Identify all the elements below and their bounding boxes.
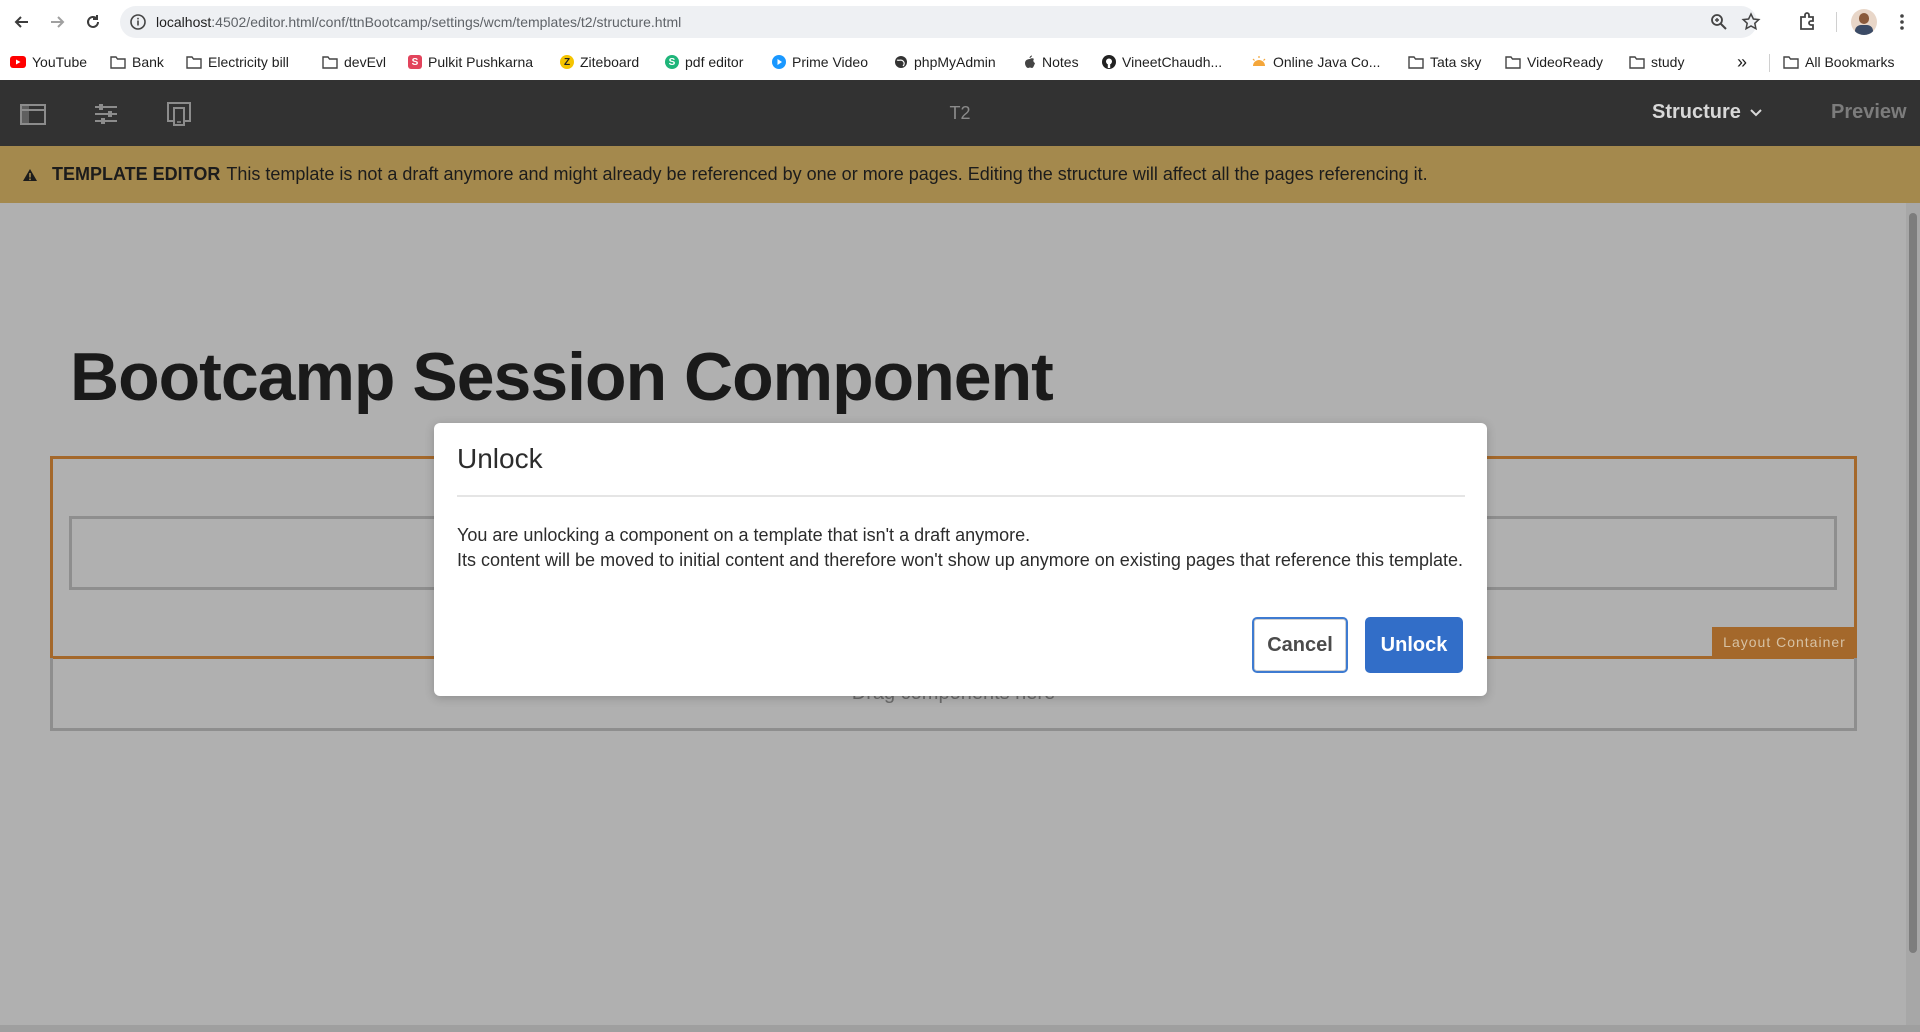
globe-icon: [895, 56, 907, 68]
bookmark-bank[interactable]: Bank: [110, 50, 164, 74]
scrollbar-thumb[interactable]: [1909, 213, 1917, 953]
bookmark-label: Prime Video: [792, 54, 869, 70]
bookmark-label: Notes: [1042, 54, 1079, 70]
site-info-icon[interactable]: [128, 12, 148, 32]
bookmark-label: Tata sky: [1430, 54, 1482, 70]
folder-icon: [1505, 56, 1521, 69]
bookmark-label: Bank: [132, 54, 164, 70]
dialog-message-line-1: You are unlocking a component on a templ…: [457, 525, 1031, 545]
profile-avatar[interactable]: [1851, 9, 1877, 35]
bookmark-electricity-bill[interactable]: Electricity bill: [186, 50, 289, 74]
unlock-dialog: Unlock You are unlocking a component on …: [434, 423, 1487, 696]
vertical-scrollbar[interactable]: [1906, 203, 1920, 1025]
bookmark-label: All Bookmarks: [1805, 54, 1895, 70]
preview-button[interactable]: Preview: [1831, 101, 1907, 124]
chevron-double-right-icon: »: [1737, 51, 1748, 72]
url-host: localhost: [156, 14, 212, 30]
url-text[interactable]: localhost:4502/editor.html/conf/ttnBootc…: [156, 14, 681, 30]
bookmark-notes[interactable]: Notes: [1024, 50, 1079, 74]
all-bookmarks-button[interactable]: All Bookmarks: [1783, 50, 1894, 74]
folder-icon: [110, 56, 126, 69]
back-button[interactable]: [8, 8, 36, 36]
zoom-icon[interactable]: [1709, 12, 1729, 32]
page-title: Bootcamp Session Component: [70, 339, 1054, 415]
dialog-message-line-2: Its content will be moved to initial con…: [457, 550, 1464, 570]
editor-header: T2 Structure Preview: [0, 80, 1920, 146]
github-icon: [1102, 55, 1116, 69]
mode-selector[interactable]: Structure: [1652, 101, 1763, 124]
bookmark-vineetchaudh[interactable]: VineetChaudh...: [1102, 50, 1222, 74]
arrow-right-icon: [51, 16, 65, 28]
bookmark-youtube[interactable]: YouTube: [10, 50, 87, 74]
extensions-icon[interactable]: [1796, 10, 1820, 34]
bookmark-label: Ziteboard: [580, 54, 640, 70]
sun-icon: [1252, 56, 1266, 66]
folder-icon: [1783, 56, 1799, 69]
template-name: T2: [949, 103, 971, 123]
prime-video-icon: [772, 55, 786, 69]
forward-button[interactable]: [43, 8, 71, 36]
bookmark-label: VideoReady: [1527, 54, 1604, 70]
bookmark-label: phpMyAdmin: [914, 54, 996, 70]
chevron-down-icon: [1750, 108, 1762, 116]
bookmark-study[interactable]: study: [1629, 50, 1684, 74]
address-bar[interactable]: localhost:4502/editor.html/conf/ttnBootc…: [120, 6, 1761, 38]
bookmark-tata-sky[interactable]: Tata sky: [1408, 50, 1481, 74]
bookmark-label: Electricity bill: [208, 54, 289, 70]
bookmark-pulkit-pushkarna[interactable]: S Pulkit Pushkarna: [408, 50, 533, 74]
bookmark-label: Pulkit Pushkarna: [428, 54, 534, 70]
ziteboard-icon: Z: [560, 55, 574, 69]
url-path: :4502/editor.html/conf/ttnBootcamp/setti…: [211, 14, 682, 30]
bookmark-label: pdf editor: [685, 54, 744, 70]
folder-icon: [1629, 56, 1645, 69]
unlock-button[interactable]: Unlock: [1365, 617, 1463, 673]
bookmark-ziteboard[interactable]: Z Ziteboard: [560, 50, 639, 74]
bookmark-online-java[interactable]: Online Java Co...: [1251, 50, 1380, 74]
dialog-divider: [457, 495, 1465, 497]
warning-text: This template is not a draft anymore and…: [226, 164, 1428, 184]
browser-toolbar: localhost:4502/editor.html/conf/ttnBootc…: [0, 0, 1920, 44]
dialog-title: Unlock: [457, 443, 543, 474]
bookmark-label: YouTube: [32, 54, 88, 70]
pdf-editor-icon: S: [665, 55, 679, 69]
reload-button[interactable]: [79, 8, 107, 36]
bookmarks-bar: YouTube Bank Electricity bill devEvl S P…: [0, 44, 1920, 80]
bookmarks-divider: [1769, 54, 1770, 72]
bookmark-label: Online Java Co...: [1273, 54, 1381, 70]
warning-title: TEMPLATE EDITOR: [52, 164, 221, 184]
folder-icon: [1408, 56, 1424, 69]
apple-icon: [1025, 55, 1035, 68]
bookmark-label: devEvl: [344, 54, 387, 70]
cancel-button[interactable]: Cancel: [1252, 617, 1348, 673]
bookmarks-overflow-button[interactable]: »: [1737, 50, 1747, 74]
dialog-message: You are unlocking a component on a templ…: [457, 523, 1463, 573]
horizontal-scrollbar[interactable]: [0, 1025, 1920, 1032]
bookmark-devevl[interactable]: devEvl: [322, 50, 386, 74]
folder-icon: [322, 56, 338, 69]
emulator-icon[interactable]: [165, 100, 193, 128]
arrow-left-icon: [14, 16, 28, 28]
bookmark-prime-video[interactable]: Prime Video: [772, 50, 868, 74]
mode-label: Structure: [1652, 101, 1741, 123]
toolbar-divider: [1836, 12, 1837, 32]
bookmark-label: study: [1651, 54, 1685, 70]
side-panel-toggle-icon[interactable]: [19, 100, 47, 128]
bookmark-phpmyadmin[interactable]: phpMyAdmin: [894, 50, 996, 74]
layout-container-label: Layout Container: [1712, 627, 1857, 656]
reload-icon: [87, 15, 99, 28]
page-policy-icon[interactable]: [92, 100, 120, 128]
bookmark-star-icon[interactable]: [1741, 12, 1761, 32]
more-menu-icon[interactable]: [1890, 10, 1914, 34]
site-s-icon: S: [408, 55, 422, 69]
template-editor-warning: TEMPLATE EDITOR This template is not a d…: [0, 146, 1920, 203]
alert-icon: [23, 168, 37, 181]
bookmark-videoready[interactable]: VideoReady: [1505, 50, 1603, 74]
bookmark-label: VineetChaudh...: [1122, 54, 1223, 70]
youtube-icon: [10, 56, 26, 68]
folder-icon: [186, 56, 202, 69]
bookmark-pdf-editor[interactable]: S pdf editor: [665, 50, 743, 74]
